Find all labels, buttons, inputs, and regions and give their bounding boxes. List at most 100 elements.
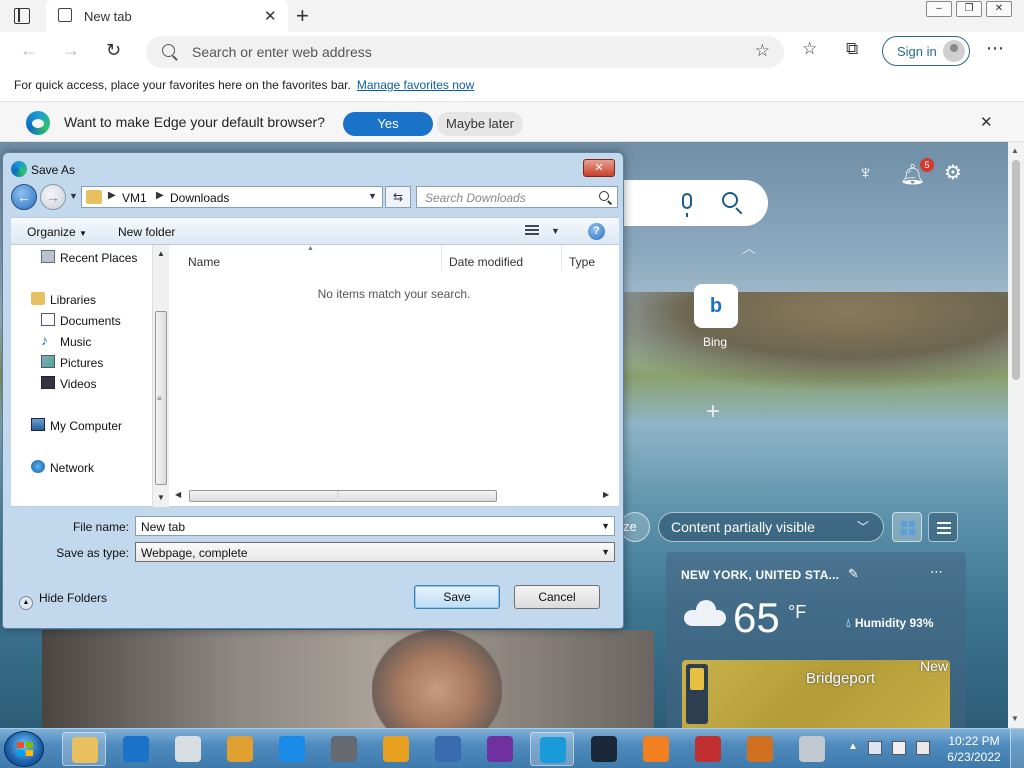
sign-in-button[interactable]: Sign in xyxy=(882,36,970,66)
list-view-button[interactable] xyxy=(928,512,958,542)
focused-layout-pill[interactable]: ze xyxy=(620,512,650,542)
help-icon[interactable]: ? xyxy=(588,223,605,240)
taskbar-app-steam[interactable] xyxy=(582,732,626,766)
start-button[interactable] xyxy=(4,731,44,767)
taskbar-app-visual-studio-code[interactable] xyxy=(114,732,158,766)
nav-network[interactable]: Network xyxy=(50,461,94,475)
close-window-button[interactable]: ✕ xyxy=(986,1,1012,17)
taskbar-app-winamp[interactable] xyxy=(374,732,418,766)
taskbar-app-puzzle-app[interactable] xyxy=(686,732,730,766)
chevron-up-icon[interactable]: ︿ xyxy=(742,238,756,258)
nav-documents[interactable]: Documents xyxy=(60,314,121,328)
add-shortcut-icon[interactable]: + xyxy=(706,398,720,426)
yes-button[interactable]: Yes xyxy=(343,112,433,136)
scroll-up-icon[interactable]: ▲ xyxy=(1011,146,1019,155)
scroll-right-icon[interactable]: ▶ xyxy=(603,490,609,499)
dialog-close-button[interactable]: ✕ xyxy=(583,159,615,177)
nav-my-computer[interactable]: My Computer xyxy=(50,419,122,433)
close-infobar-icon[interactable]: ✕ xyxy=(980,113,993,131)
tab-actions-icon[interactable] xyxy=(14,8,30,24)
cancel-button[interactable]: Cancel xyxy=(514,585,600,609)
new-folder-button[interactable]: New folder xyxy=(118,225,175,239)
back-arrow-icon[interactable]: ← xyxy=(11,184,37,210)
save-as-type-select[interactable]: Webpage, complete ▼ xyxy=(135,542,615,562)
network-status-icon[interactable] xyxy=(868,741,882,755)
scroll-up-icon[interactable]: ▲ xyxy=(157,249,165,258)
show-desktop-button[interactable] xyxy=(1010,729,1024,768)
action-center-flag-icon[interactable] xyxy=(892,741,906,755)
taskbar-app-disc-burner[interactable] xyxy=(738,732,782,766)
scroll-left-icon[interactable]: ◀ xyxy=(175,490,181,499)
grid-view-button[interactable] xyxy=(892,512,922,542)
minimize-button[interactable]: – xyxy=(926,1,952,17)
address-input[interactable]: Search or enter web address xyxy=(192,44,372,60)
weather-card[interactable]: NEW YORK, UNITED STA... ✎ ⋯ 65 °F 💧︎ Humi… xyxy=(666,552,966,728)
add-favorite-icon[interactable]: ☆ xyxy=(755,41,770,61)
news-card-image[interactable] xyxy=(42,630,654,728)
collections-icon[interactable]: ⧉ xyxy=(846,39,858,59)
search-icon[interactable] xyxy=(722,192,738,208)
view-options-dropdown-icon[interactable]: ▼ xyxy=(551,226,560,236)
taskbar-app-file-explorer[interactable] xyxy=(62,732,106,766)
new-tab-button[interactable]: + xyxy=(296,3,309,29)
horizontal-scrollbar[interactable]: ◀ ⦙ ▶ xyxy=(173,488,613,505)
refresh-button[interactable]: ↻ xyxy=(106,40,121,61)
file-name-dropdown-icon[interactable]: ▼ xyxy=(601,521,610,531)
column-divider[interactable] xyxy=(561,245,562,271)
taskbar-app-roblox-studio[interactable] xyxy=(166,732,210,766)
quick-link-bing[interactable]: b xyxy=(694,284,738,328)
favorites-icon[interactable]: ☆ xyxy=(802,39,817,59)
recent-locations-dropdown-icon[interactable]: ▼ xyxy=(69,191,78,201)
change-view-icon[interactable] xyxy=(525,224,539,236)
page-scrollbar[interactable]: ▲ ▼ xyxy=(1008,142,1024,728)
organize-button[interactable]: Organize ▼ xyxy=(27,225,87,239)
forward-button[interactable]: → xyxy=(62,40,80,61)
scroll-thumb[interactable] xyxy=(1012,160,1020,380)
search-downloads-input[interactable]: Search Downloads xyxy=(416,186,618,208)
nav-music[interactable]: Music xyxy=(60,335,91,349)
taskbar-app-edge[interactable] xyxy=(530,732,574,766)
clock-date[interactable]: 6/23/2022 xyxy=(946,750,1002,764)
taskbar-app-vlc[interactable] xyxy=(634,732,678,766)
nav-libraries[interactable]: Libraries xyxy=(50,293,96,307)
navigation-scrollbar[interactable]: ▲ ≡ ▼ xyxy=(152,245,169,507)
microphone-icon[interactable] xyxy=(682,193,692,217)
refresh-icon[interactable]: ⇆ xyxy=(385,186,411,208)
taskbar-app-onenote[interactable] xyxy=(478,732,522,766)
address-breadcrumb[interactable]: ▶ VM1 ▶ Downloads ▼ xyxy=(81,186,383,208)
taskbar-app-calculator[interactable] xyxy=(790,732,834,766)
address-bar[interactable]: Search or enter web address ☆ xyxy=(146,36,784,68)
breadcrumb-downloads[interactable]: Downloads xyxy=(170,191,229,205)
manage-favorites-link[interactable]: Manage favorites now xyxy=(357,78,474,92)
back-button[interactable]: ← xyxy=(20,40,38,61)
weather-map[interactable]: Bridgeport New xyxy=(682,658,950,728)
file-name-input[interactable]: New tab ▼ xyxy=(135,516,615,536)
clock-time[interactable]: 10:22 PM xyxy=(946,734,1002,748)
save-button[interactable]: Save xyxy=(414,585,500,609)
breadcrumb-separator-icon[interactable]: ▶ xyxy=(156,190,164,201)
rewards-icon[interactable]: ♆ xyxy=(858,162,873,185)
breadcrumb-vm1[interactable]: VM1 xyxy=(122,191,147,205)
taskbar-app-network-tool[interactable] xyxy=(426,732,470,766)
more-options-icon[interactable]: ⋯ xyxy=(930,564,944,580)
address-dropdown-icon[interactable]: ▼ xyxy=(368,191,377,201)
forward-arrow-icon[interactable]: → xyxy=(40,184,66,210)
breadcrumb-separator-icon[interactable]: ▶ xyxy=(108,190,116,201)
column-divider[interactable] xyxy=(441,245,442,271)
scroll-down-icon[interactable]: ▼ xyxy=(157,493,165,502)
show-hidden-icons-icon[interactable]: ▲ xyxy=(848,741,858,752)
close-tab-icon[interactable]: ✕ xyxy=(264,7,277,25)
maybe-later-button[interactable]: Maybe later xyxy=(437,112,523,136)
web-search-box[interactable] xyxy=(600,180,768,226)
page-settings-gear-icon[interactable]: ⚙ xyxy=(944,160,962,185)
taskbar-app-google-earth-pro[interactable] xyxy=(322,732,366,766)
nav-recent-places[interactable]: Recent Places xyxy=(60,251,137,265)
scroll-thumb[interactable] xyxy=(189,490,497,502)
column-header-name[interactable]: Name xyxy=(188,255,220,269)
scroll-down-icon[interactable]: ▼ xyxy=(1011,714,1019,723)
hide-folders-button[interactable]: ▲ Hide Folders xyxy=(19,591,107,610)
volume-muted-icon[interactable] xyxy=(916,741,930,755)
tab-new-tab[interactable]: New tab ✕ xyxy=(46,0,288,32)
column-header-date-modified[interactable]: Date modified xyxy=(449,255,523,269)
content-visibility-dropdown[interactable]: Content partially visible ﹀ xyxy=(658,512,884,542)
